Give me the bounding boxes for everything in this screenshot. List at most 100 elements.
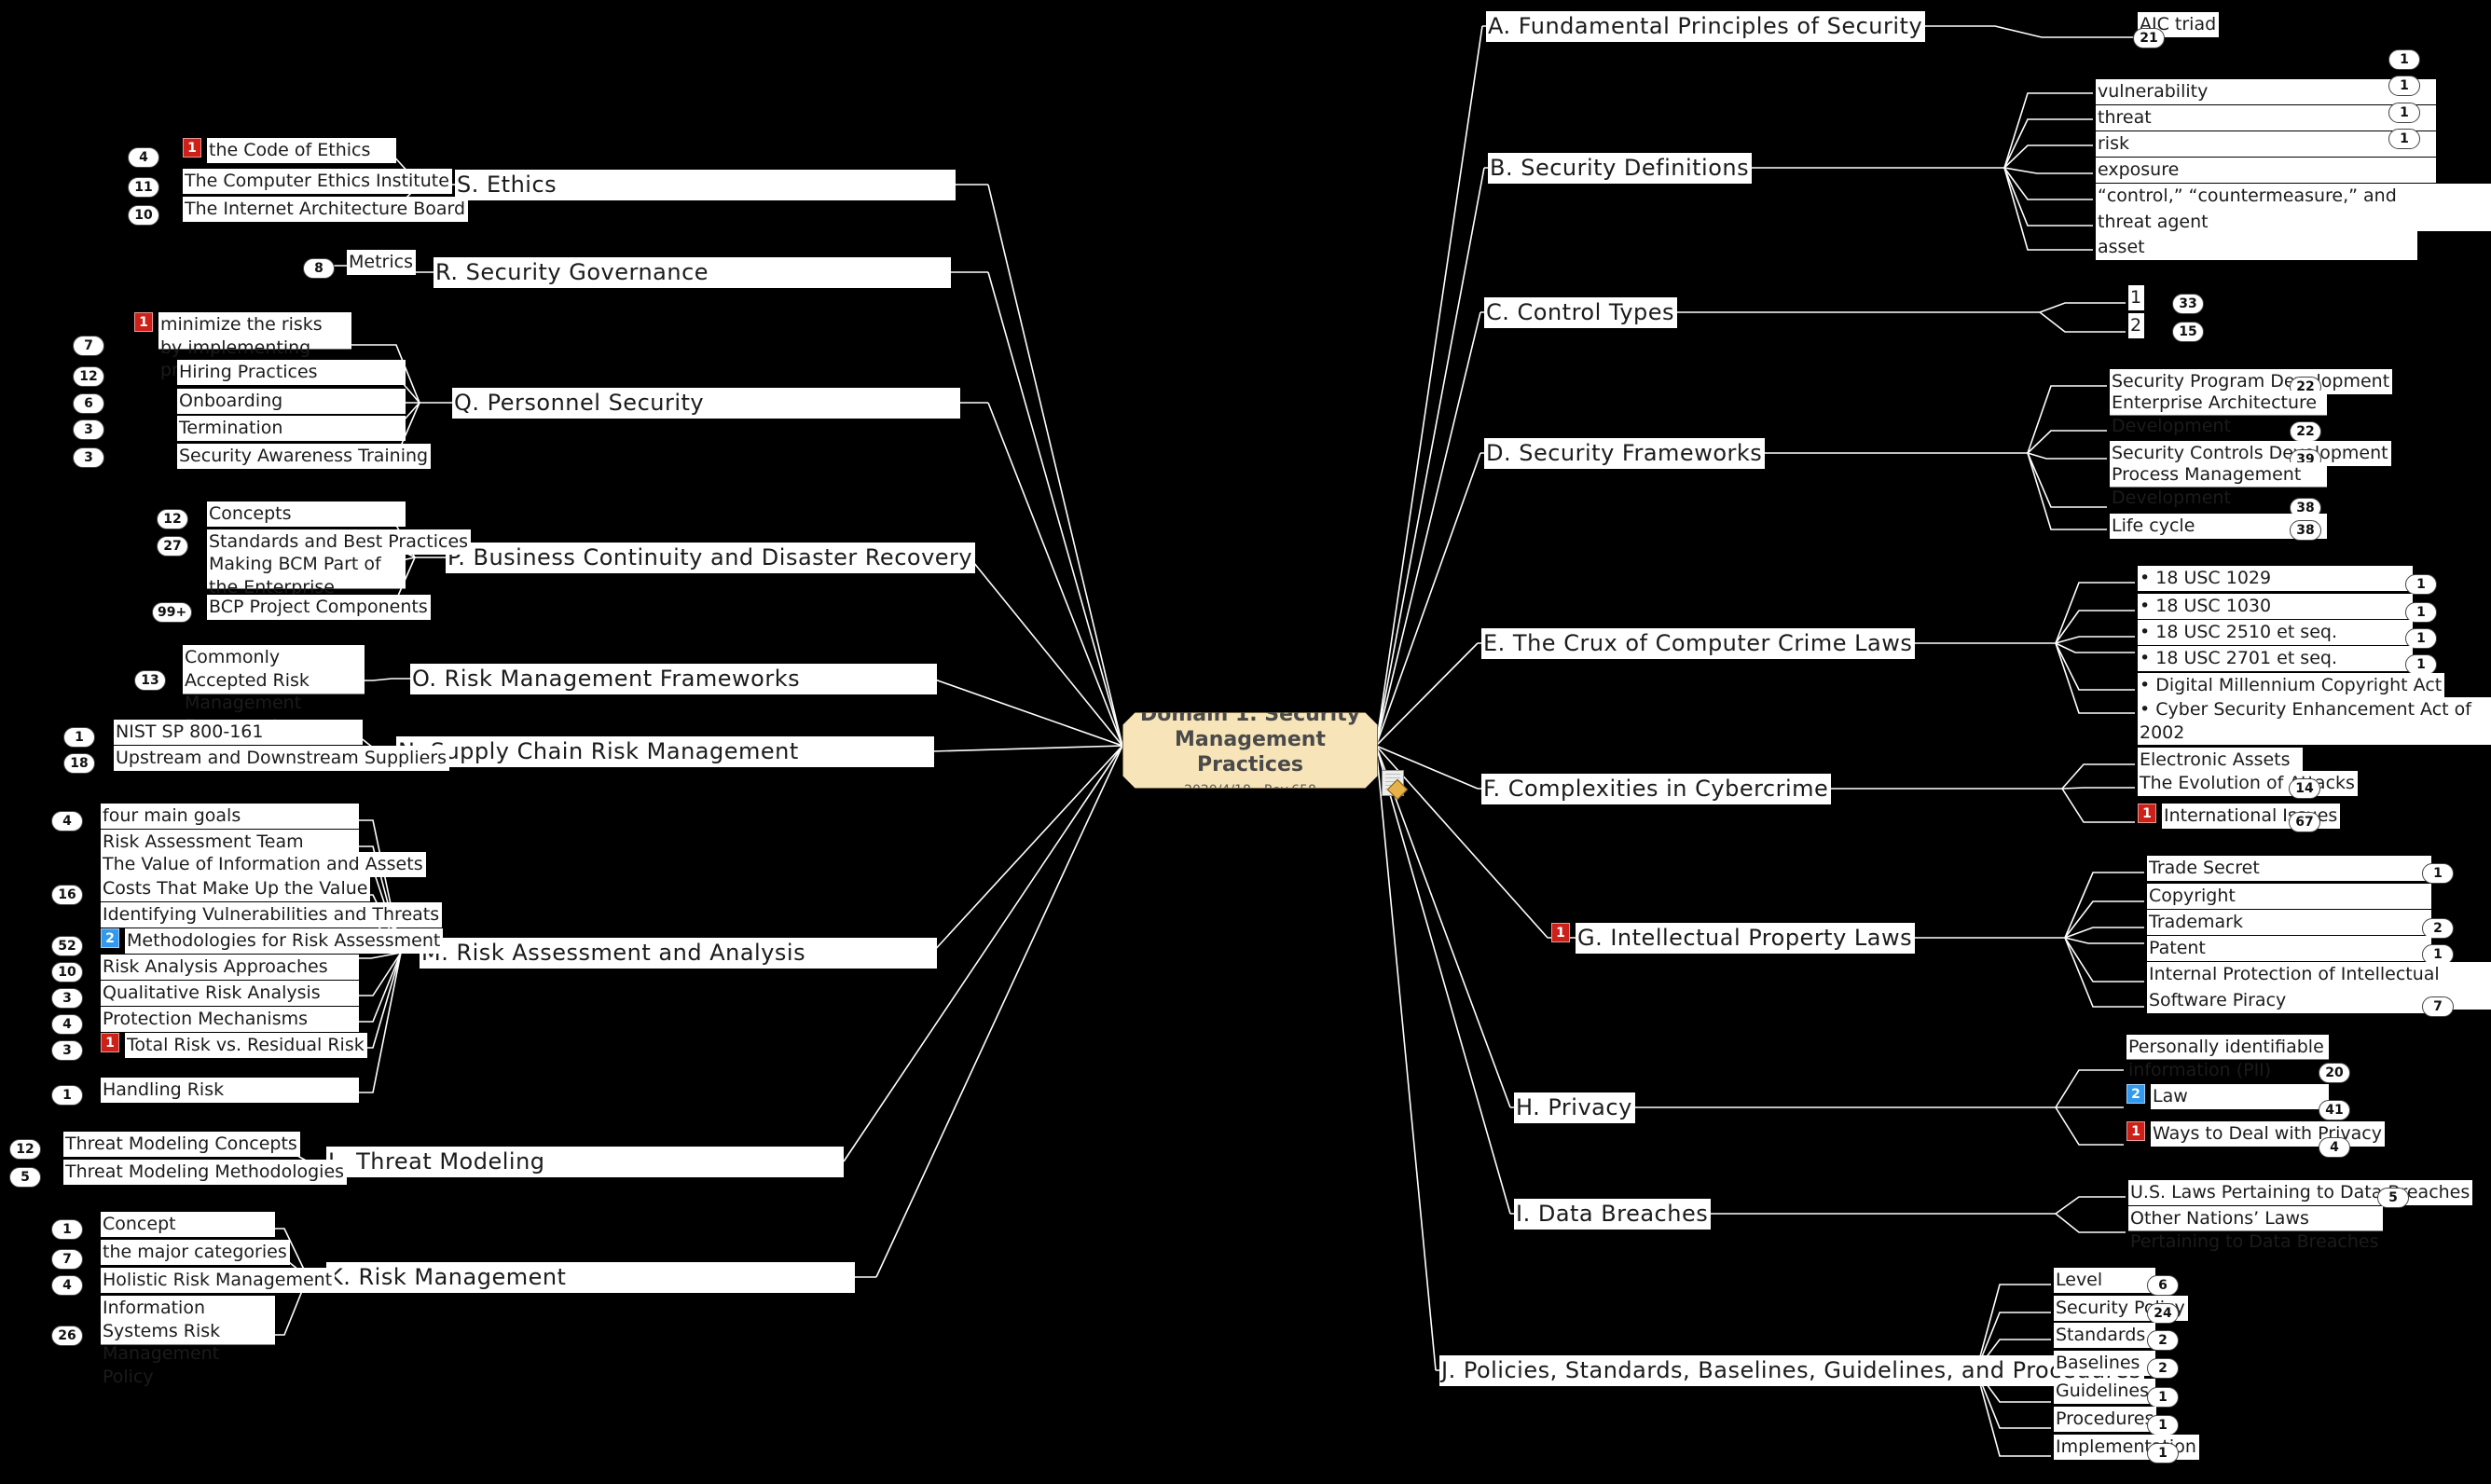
- badge-P-3[interactable]: 99+: [152, 602, 193, 623]
- leaf-S-2[interactable]: The Internet Architecture Board: [183, 197, 469, 222]
- badge-F-2[interactable]: 67: [2289, 812, 2320, 832]
- branch-B[interactable]: B. Security Definitions: [1488, 153, 1753, 185]
- badge-L-0[interactable]: 12: [9, 1139, 41, 1160]
- leaf-N-1[interactable]: Upstream and Downstream Suppliers: [114, 746, 450, 771]
- leaf-G-5[interactable]: Software Piracy: [2147, 988, 2431, 1013]
- badge-D-4[interactable]: 38: [2290, 520, 2321, 541]
- badge-Q-0[interactable]: 7: [73, 336, 104, 356]
- badge-R-0[interactable]: 8: [303, 258, 335, 279]
- leaf-B-1[interactable]: threat: [2096, 105, 2436, 131]
- leaf-J-3[interactable]: Baselines: [2054, 1351, 2155, 1376]
- badge-S-0[interactable]: 4: [128, 147, 159, 168]
- badge-D-1[interactable]: 22: [2290, 421, 2321, 442]
- badge-P-1[interactable]: 27: [157, 536, 188, 556]
- badge-Q-2[interactable]: 6: [73, 393, 104, 414]
- leaf-M-8[interactable]: Protection Mechanisms: [101, 1007, 359, 1032]
- badge-Q-4[interactable]: 3: [73, 447, 104, 468]
- badge-J-3[interactable]: 2: [2147, 1358, 2179, 1379]
- leaf-M-10[interactable]: Handling Risk: [101, 1078, 359, 1103]
- badge-B-1[interactable]: 1: [2388, 76, 2420, 96]
- badge-H-2[interactable]: 4: [2319, 1137, 2350, 1158]
- badge-B-3[interactable]: 1: [2388, 129, 2420, 149]
- leaf-M-3[interactable]: Costs That Make Up the Value: [101, 876, 371, 901]
- leaf-M-4[interactable]: Identifying Vulnerabilities and Threats: [101, 902, 443, 928]
- leaf-G-1[interactable]: Copyright: [2147, 884, 2431, 909]
- badge-M-10[interactable]: 1: [51, 1085, 83, 1106]
- leaf-J-5[interactable]: Procedures: [2054, 1407, 2157, 1432]
- leaf-F-0[interactable]: Electronic Assets: [2138, 748, 2303, 773]
- branch-M[interactable]: M. Risk Assessment and Analysis: [420, 938, 937, 969]
- badge-J-1[interactable]: 24: [2147, 1303, 2179, 1324]
- leaf-S-1[interactable]: The Computer Ethics Institute: [183, 169, 452, 194]
- leaf-M-2[interactable]: The Value of Information and Assets: [101, 852, 426, 877]
- branch-F[interactable]: F. Complexities in Cybercrime: [1481, 774, 1832, 805]
- branch-N[interactable]: N. Supply Chain Risk Management: [396, 736, 934, 768]
- badge-M-0[interactable]: 4: [51, 811, 83, 831]
- leaf-Q-2[interactable]: Onboarding: [177, 389, 406, 414]
- badge-C-0[interactable]: 33: [2172, 294, 2204, 314]
- branch-D[interactable]: D. Security Frameworks: [1484, 438, 1766, 470]
- badge-K-1[interactable]: 7: [51, 1249, 83, 1270]
- leaf-J-2[interactable]: Standards: [2054, 1323, 2155, 1348]
- leaf-P-0[interactable]: Concepts: [207, 502, 406, 527]
- leaf-P-3[interactable]: BCP Project Components: [207, 595, 431, 620]
- leaf-G-0[interactable]: Trade Secret: [2147, 856, 2431, 881]
- branch-O[interactable]: O. Risk Management Frameworks: [410, 664, 937, 695]
- badge-N-1[interactable]: 18: [63, 753, 95, 774]
- badge-G-0[interactable]: 1: [2422, 863, 2454, 884]
- badge-A-0[interactable]: 21: [2133, 28, 2165, 48]
- badge-K-0[interactable]: 1: [51, 1219, 83, 1240]
- leaf-F-1[interactable]: The Evolution of Attacks: [2138, 771, 2358, 796]
- branch-A[interactable]: A. Fundamental Principles of Security: [1486, 11, 1926, 43]
- badge-E-0[interactable]: 1: [2405, 574, 2437, 595]
- badge-O-0[interactable]: 13: [134, 670, 166, 691]
- badge-J-4[interactable]: 1: [2147, 1387, 2179, 1408]
- leaf-E-3[interactable]: • 18 USC 2701 et seq.: [2138, 646, 2413, 671]
- leaf-B-2[interactable]: risk: [2096, 131, 2436, 157]
- leaf-J-0[interactable]: Level: [2054, 1268, 2155, 1293]
- leaf-M-9[interactable]: 1 Total Risk vs. Residual Risk: [101, 1033, 367, 1058]
- leaf-Q-4[interactable]: Security Awareness Training: [177, 444, 432, 469]
- leaf-M-0[interactable]: four main goals: [101, 804, 359, 829]
- leaf-P-1[interactable]: Standards and Best Practices: [207, 529, 472, 555]
- leaf-E-4[interactable]: • Digital Millennium Copyright Act: [2138, 673, 2445, 698]
- badge-J-6[interactable]: 1: [2147, 1443, 2179, 1463]
- branch-P[interactable]: P. Business Continuity and Disaster Reco…: [446, 543, 976, 574]
- leaf-Q-3[interactable]: Termination: [177, 416, 406, 441]
- branch-L[interactable]: L. Threat Modeling: [326, 1147, 844, 1178]
- badge-L-1[interactable]: 5: [9, 1167, 41, 1188]
- leaf-B-5[interactable]: threat agent: [2096, 210, 2417, 235]
- branch-E[interactable]: E. The Crux of Computer Crime Laws: [1481, 628, 1916, 660]
- leaf-R-0[interactable]: Metrics: [347, 250, 416, 275]
- badge-M-7[interactable]: 3: [51, 988, 83, 1009]
- root-node[interactable]: Domain 1. Security Management Practices …: [1122, 712, 1378, 789]
- badge-B-0[interactable]: 1: [2388, 49, 2420, 70]
- badge-Q-1[interactable]: 12: [73, 366, 104, 387]
- badge-I-0[interactable]: 5: [2377, 1188, 2409, 1208]
- leaf-Q-1[interactable]: Hiring Practices: [177, 360, 406, 385]
- branch-S[interactable]: S. Ethics: [455, 170, 956, 201]
- badge-G-5[interactable]: 7: [2422, 996, 2454, 1017]
- leaf-E-5[interactable]: • Cyber Security Enhancement Act of 2002: [2138, 697, 2491, 746]
- leaf-S-0[interactable]: 1 the Code of Ethics: [183, 138, 396, 163]
- badge-M-3[interactable]: 16: [51, 885, 83, 905]
- leaf-C-0[interactable]: 1: [2128, 285, 2145, 310]
- badge-J-5[interactable]: 1: [2147, 1415, 2179, 1436]
- leaf-C-1[interactable]: 2: [2128, 313, 2145, 338]
- branch-Q[interactable]: Q. Personnel Security: [452, 388, 960, 419]
- badge-K-2[interactable]: 4: [51, 1275, 83, 1296]
- leaf-H-1[interactable]: 2 Law: [2126, 1084, 2329, 1109]
- leaf-J-4[interactable]: Guidelines: [2054, 1379, 2155, 1404]
- leaf-B-0[interactable]: vulnerability: [2096, 79, 2436, 104]
- branch-G[interactable]: 1 G. Intellectual Property Laws: [1551, 923, 1916, 955]
- leaf-E-1[interactable]: • 18 USC 1030: [2138, 594, 2413, 619]
- leaf-I-1[interactable]: Other Nations’ Laws Pertaining to Data B…: [2128, 1206, 2383, 1255]
- badge-B-2[interactable]: 1: [2388, 103, 2420, 123]
- leaf-H-0[interactable]: Personally identifiable information (PII…: [2126, 1035, 2329, 1083]
- badge-S-2[interactable]: 10: [128, 205, 159, 226]
- leaf-G-3[interactable]: Patent: [2147, 936, 2431, 961]
- leaf-M-5[interactable]: 2 Methodologies for Risk Assessment: [101, 928, 444, 954]
- branch-J[interactable]: J. Policies, Standards, Baselines, Guide…: [1439, 1355, 2144, 1387]
- leaf-L-0[interactable]: Threat Modeling Concepts: [63, 1132, 300, 1157]
- leaf-B-6[interactable]: asset: [2096, 235, 2417, 260]
